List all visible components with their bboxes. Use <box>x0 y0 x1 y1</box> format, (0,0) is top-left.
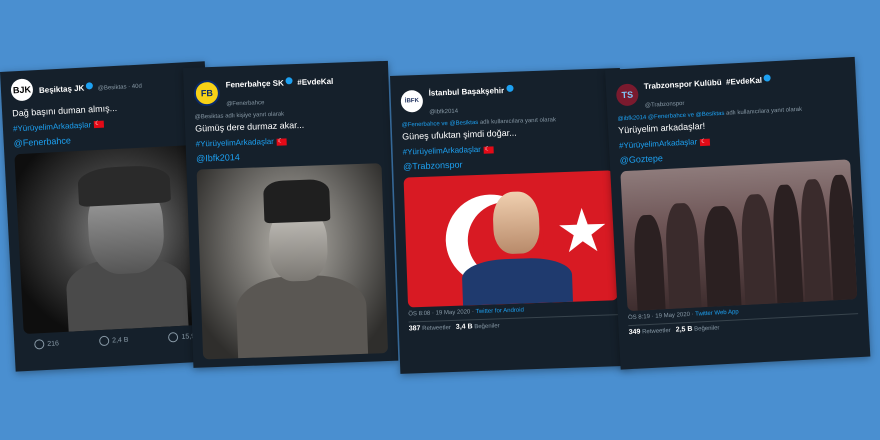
photo-flag-star: ★ <box>554 196 611 266</box>
heart-icon <box>168 332 179 343</box>
turkish-flag-icon <box>699 138 711 146</box>
tweet-card-basaksehir[interactable]: İBFK İstanbul Başakşehir @ibfk2014 @Fene… <box>390 67 631 374</box>
retweet-button[interactable]: 2,4 B <box>98 335 129 347</box>
like-count[interactable]: 3,4 B <box>456 323 473 331</box>
source-app-link[interactable]: Twitter Web App <box>695 310 739 318</box>
photo-figure-face <box>492 191 541 255</box>
account-handle[interactable]: @ibfk2014 <box>429 108 458 115</box>
photo-soldier <box>799 178 832 303</box>
account-name[interactable]: Beşiktaş JK <box>39 84 85 95</box>
photo-soldier <box>702 205 742 308</box>
account-name[interactable]: Trabzonspor Kulübü <box>644 78 722 91</box>
photo-figure-cap <box>77 164 172 208</box>
account-name[interactable]: İstanbul Başakşehir <box>428 86 504 98</box>
evdekal-tag: #EvdeKal <box>297 76 334 88</box>
turkish-flag-icon <box>93 121 105 129</box>
reply-icon <box>34 339 45 350</box>
turkish-flag-icon <box>276 137 288 146</box>
photo-figure-body <box>235 273 369 359</box>
source-app-link[interactable]: Twitter for Android <box>475 308 524 316</box>
avatar[interactable]: FB <box>193 79 221 107</box>
photo-soldier <box>632 214 666 311</box>
tweet-header: İBFK İstanbul Başakşehir @ibfk2014 <box>390 68 622 123</box>
avatar[interactable]: İBFK <box>400 89 424 113</box>
avatar[interactable]: TS <box>615 82 639 107</box>
verified-icon <box>285 77 293 85</box>
verified-icon <box>505 84 514 93</box>
tweet-card-trabzonspor[interactable]: TS Trabzonspor Kulübü #EvdeKal @Trabzons… <box>605 56 871 370</box>
photo-soldier <box>664 202 702 310</box>
tweet-card-fenerbahce[interactable]: FB Fenerbahçe SK #EvdeKal @Fenerbahce @B… <box>183 60 399 368</box>
photo-soldier <box>771 184 804 304</box>
tweet-photo[interactable]: ★ <box>403 170 618 308</box>
tweet-header: FB Fenerbahçe SK #EvdeKal @Fenerbahce <box>183 61 390 115</box>
retweet-count[interactable]: 349 <box>629 329 641 337</box>
like-count[interactable]: 2,5 B <box>676 326 693 334</box>
tweet-photo[interactable] <box>196 163 389 360</box>
photo-soldier <box>826 174 858 301</box>
turkish-flag-icon <box>483 145 495 154</box>
photo-figure-body <box>461 256 573 306</box>
account-handle[interactable]: @Besiktas · 40d <box>98 84 142 92</box>
photo-figure-kalpak <box>263 179 331 224</box>
verified-icon <box>86 82 94 90</box>
account-name[interactable]: Fenerbahçe SK <box>225 78 284 89</box>
account-handle[interactable]: @Fenerbahce <box>226 100 264 107</box>
retweet-icon <box>98 335 110 347</box>
reply-button[interactable]: 216 <box>34 338 59 350</box>
photo-soldier <box>739 193 776 306</box>
verified-icon <box>763 74 772 82</box>
retweet-count[interactable]: 387 <box>409 325 421 332</box>
avatar[interactable]: BJK <box>10 78 34 102</box>
tweet-photo[interactable] <box>620 159 858 312</box>
evdekal-tag: #EvdeKal <box>725 75 763 87</box>
tweet-photo[interactable] <box>14 144 209 335</box>
account-handle[interactable]: @Trabzonspor <box>645 100 685 108</box>
